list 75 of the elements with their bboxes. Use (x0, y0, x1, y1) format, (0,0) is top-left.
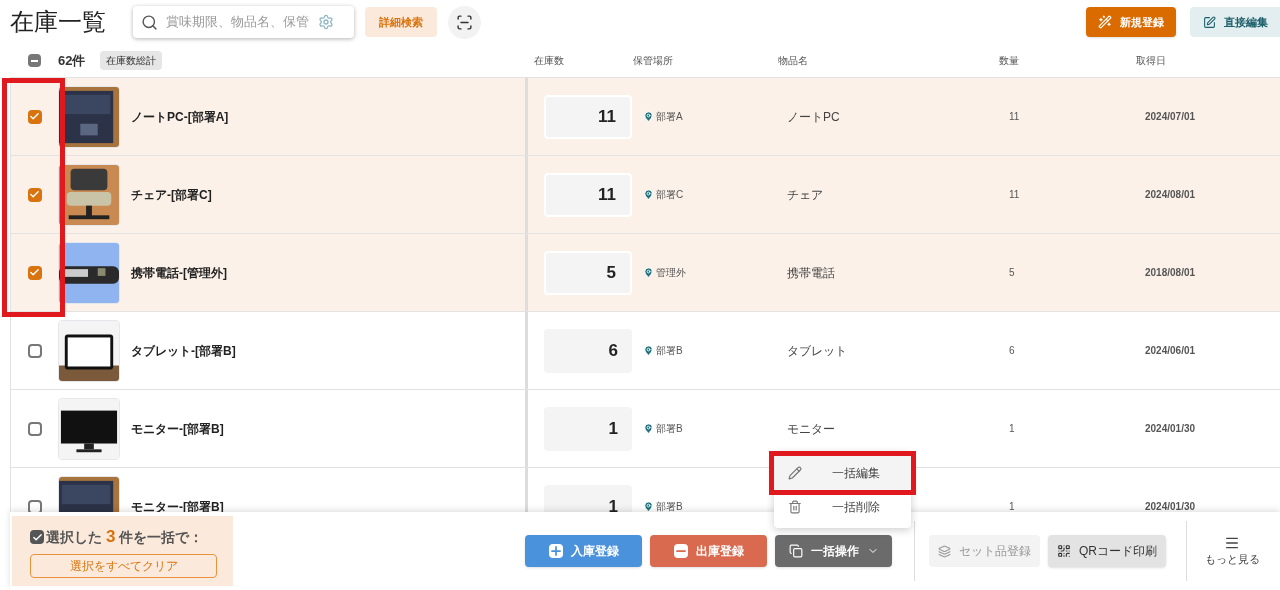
search-icon (141, 13, 158, 31)
item-title[interactable]: 携帯電話-[管理外] (131, 263, 525, 282)
item-title[interactable]: チェア-[部署C] (131, 185, 525, 204)
location-text: 部署B (656, 422, 683, 436)
checkbox[interactable] (27, 265, 42, 280)
direct-edit-button[interactable]: 直接編集 (1190, 7, 1280, 37)
minus-icon (673, 544, 688, 558)
qr-scan-button[interactable] (448, 5, 481, 39)
quantity: 1 (1009, 422, 1016, 436)
item-name: モニター (787, 420, 835, 438)
trash-icon (788, 500, 802, 514)
location-text: 部署A (656, 110, 683, 124)
stock-count[interactable]: 1 (544, 406, 632, 451)
item-title[interactable]: ノートPC-[部署A] (131, 107, 525, 126)
acquired-date: 2018/08/01 (1145, 266, 1196, 280)
location-text: 管理外 (656, 266, 686, 280)
acquired-date: 2024/01/30 (1145, 500, 1196, 512)
stock-count[interactable]: 6 (544, 328, 632, 373)
quantity: 1 (1009, 500, 1016, 512)
checkbox[interactable] (27, 343, 42, 358)
acquired-date: 2024/07/01 (1145, 110, 1196, 124)
select-all-checkbox[interactable] (27, 54, 41, 67)
total-badge: 在庫数総計 (100, 51, 162, 70)
location-text: 部署B (656, 500, 683, 512)
page-title: 在庫一覧 (10, 7, 107, 37)
quantity: 11 (1009, 188, 1021, 202)
checkbox-icon (30, 530, 44, 544)
qr-code-icon (1057, 544, 1071, 558)
quantity: 5 (1009, 266, 1016, 280)
scan-icon (456, 13, 473, 31)
item-name: 携帯電話 (787, 264, 835, 282)
layers-icon (938, 544, 951, 558)
settings-icon (318, 14, 334, 30)
pencil-icon (788, 466, 802, 480)
copy-icon (788, 544, 803, 558)
stock-count[interactable]: 1 (544, 484, 632, 512)
checkbox[interactable] (27, 421, 42, 436)
column-header: 在庫数 (534, 54, 565, 68)
stock-count[interactable]: 11 (544, 172, 632, 217)
location-text: 部署C (656, 188, 684, 202)
edit-icon (1202, 15, 1216, 29)
location-text: 部署B (656, 344, 683, 358)
location-pin-icon (643, 189, 654, 200)
bulk-menu-button[interactable]: 一括操作 (775, 535, 892, 567)
item-title[interactable]: タブレット-[部署B] (131, 341, 525, 360)
checkbox[interactable] (27, 187, 42, 202)
location-pin-icon (643, 423, 654, 434)
item-name: タブレット (787, 342, 847, 360)
stock-count[interactable]: 11 (544, 94, 632, 139)
item-count: 62件 (58, 51, 87, 70)
column-header: 保管場所 (633, 54, 674, 68)
more-button[interactable]: もっと見る (1193, 534, 1271, 568)
action-button[interactable]: QRコード印刷 (1048, 535, 1166, 567)
checkbox[interactable] (27, 109, 42, 124)
selection-summary: 選択した 3 件を一括で： (46, 526, 204, 549)
quantity: 6 (1009, 344, 1016, 358)
menu-item[interactable]: 一括削除 (774, 490, 911, 524)
column-header: 数量 (999, 54, 1020, 68)
column-header: 物品名 (778, 54, 809, 68)
item-name: ノートPC (787, 108, 840, 126)
stock-count[interactable]: 5 (544, 250, 632, 295)
location-pin-icon (643, 267, 654, 278)
item-name: チェア (787, 186, 823, 204)
search-field[interactable]: 賞味期限、物品名、保管 (166, 12, 310, 32)
wand-icon (1098, 15, 1112, 29)
item-title[interactable]: モニター-[部署B] (131, 419, 525, 438)
location-pin-icon (643, 345, 654, 356)
location-pin-icon (643, 111, 654, 122)
column-header: 取得日 (1136, 54, 1167, 68)
plus-icon (548, 544, 563, 558)
quantity: 11 (1009, 110, 1021, 124)
checkbox[interactable] (27, 499, 42, 512)
acquired-date: 2024/08/01 (1145, 188, 1196, 202)
acquired-date: 2024/06/01 (1145, 344, 1196, 358)
acquired-date: 2024/01/30 (1145, 422, 1196, 436)
